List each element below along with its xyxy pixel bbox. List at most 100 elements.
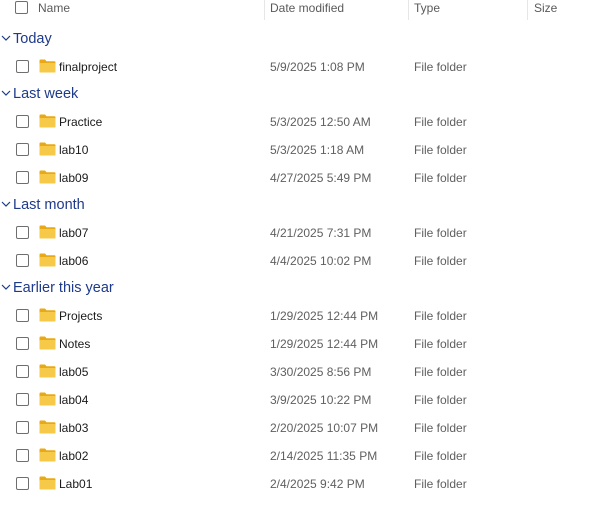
file-name: lab04 [59,393,89,407]
file-name: Practice [59,115,103,129]
file-type: File folder [414,171,467,185]
date-modified: 4/27/2025 5:49 PM [270,171,372,185]
row-checkbox[interactable] [16,143,29,156]
date-modified: 2/4/2025 9:42 PM [270,477,365,491]
file-type: File folder [414,337,467,351]
row-checkbox[interactable] [16,171,29,184]
chevron-down-icon [1,90,11,96]
date-modified: 5/3/2025 12:50 AM [270,115,371,129]
chevron-down-icon [1,35,11,41]
date-modified: 2/14/2025 11:35 PM [270,449,378,463]
list-item[interactable]: lab09 4/27/2025 5:49 PM File folder [0,166,590,190]
column-header-date-modified[interactable]: Date modified [270,0,344,20]
list-item[interactable]: lab04 3/9/2025 10:22 PM File folder [0,388,590,412]
row-checkbox[interactable] [16,226,29,239]
file-name: lab09 [59,171,89,185]
group-header-earlier-this-year[interactable]: Earlier this year [0,277,590,301]
date-modified: 5/3/2025 1:18 AM [270,143,365,157]
row-checkbox[interactable] [16,365,29,378]
row-checkbox[interactable] [16,421,29,434]
file-name: Notes [59,337,91,351]
file-type: File folder [414,477,467,491]
chevron-down-icon [1,284,11,290]
file-name: Projects [59,309,103,323]
column-divider[interactable] [527,0,528,20]
file-name: lab02 [59,449,89,463]
group-header-last-month[interactable]: Last month [0,194,590,218]
list-item[interactable]: lab07 4/21/2025 7:31 PM File folder [0,221,590,245]
date-modified: 4/21/2025 7:31 PM [270,226,372,240]
group-title: Today [13,31,52,47]
folder-icon [39,364,56,378]
list-item[interactable]: finalproject 5/9/2025 1:08 PM File folde… [0,55,590,79]
file-type: File folder [414,254,467,268]
file-type: File folder [414,226,467,240]
file-name: lab06 [59,254,89,268]
file-type: File folder [414,60,467,74]
file-type: File folder [414,115,467,129]
date-modified: 3/9/2025 10:22 PM [270,393,372,407]
list-item[interactable]: Projects 1/29/2025 12:44 PM File folder [0,304,590,328]
list-item[interactable]: Practice 5/3/2025 12:50 AM File folder [0,110,590,134]
row-checkbox[interactable] [16,254,29,267]
file-name: lab05 [59,365,89,379]
file-type: File folder [414,365,467,379]
list-item[interactable]: lab05 3/30/2025 8:56 PM File folder [0,360,590,384]
group-header-last-week[interactable]: Last week [0,83,590,107]
row-checkbox[interactable] [16,337,29,350]
row-checkbox[interactable] [16,393,29,406]
file-type: File folder [414,393,467,407]
row-checkbox[interactable] [16,477,29,490]
folder-icon [39,114,56,128]
file-name: lab10 [59,143,89,157]
row-checkbox[interactable] [16,449,29,462]
column-header-type[interactable]: Type [414,0,440,20]
group-title: Last week [13,86,79,102]
folder-icon [39,476,56,490]
list-item[interactable]: lab10 5/3/2025 1:18 AM File folder [0,138,590,162]
folder-icon [39,225,56,239]
file-type: File folder [414,143,467,157]
list-item[interactable]: Lab01 2/4/2025 9:42 PM File folder [0,472,590,496]
date-modified: 4/4/2025 10:02 PM [270,254,372,268]
list-item[interactable]: lab06 4/4/2025 10:02 PM File folder [0,249,590,273]
list-item[interactable]: lab03 2/20/2025 10:07 PM File folder [0,416,590,440]
column-header-row: Name Date modified Type Size [0,0,590,20]
date-modified: 3/30/2025 8:56 PM [270,365,372,379]
folder-icon [39,59,56,73]
chevron-down-icon [1,201,11,207]
file-type: File folder [414,309,467,323]
file-name: lab03 [59,421,89,435]
file-type: File folder [414,421,467,435]
date-modified: 5/9/2025 1:08 PM [270,60,365,74]
list-item[interactable]: Notes 1/29/2025 12:44 PM File folder [0,332,590,356]
file-list-view: Name Date modified Type Size Today final… [0,0,590,505]
folder-icon [39,420,56,434]
date-modified: 2/20/2025 10:07 PM [270,421,379,435]
folder-icon [39,448,56,462]
column-header-name[interactable]: Name [38,0,70,20]
group-header-today[interactable]: Today [0,28,590,52]
row-checkbox[interactable] [16,115,29,128]
row-checkbox[interactable] [16,309,29,322]
file-name: Lab01 [59,477,93,491]
list-item[interactable]: lab02 2/14/2025 11:35 PM File folder [0,444,590,468]
folder-icon [39,392,56,406]
folder-icon [39,336,56,350]
date-modified: 1/29/2025 12:44 PM [270,309,379,323]
group-title: Last month [13,197,85,213]
folder-icon [39,170,56,184]
folder-icon [39,253,56,267]
column-header-size[interactable]: Size [534,0,557,20]
select-all-checkbox[interactable] [15,1,28,14]
column-divider[interactable] [408,0,409,20]
row-checkbox[interactable] [16,60,29,73]
folder-icon [39,308,56,322]
column-divider[interactable] [264,0,265,20]
date-modified: 1/29/2025 12:44 PM [270,337,379,351]
file-type: File folder [414,449,467,463]
file-name: lab07 [59,226,89,240]
folder-icon [39,142,56,156]
file-name: finalproject [59,60,118,74]
group-title: Earlier this year [13,280,114,296]
